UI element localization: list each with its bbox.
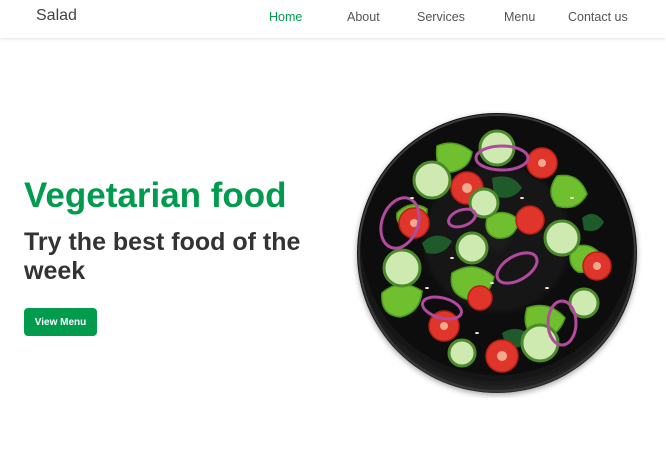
salad-plate-image — [352, 108, 642, 398]
salad-illustration — [357, 113, 637, 393]
brand-logo[interactable]: Salad — [36, 7, 77, 25]
hero-subtitle: Try the best food of the week — [24, 228, 301, 285]
navbar: Salad Home About Services Menu Contact u… — [0, 0, 666, 38]
hero-title: Vegetarian food — [24, 176, 287, 215]
view-menu-button[interactable]: View Menu — [24, 308, 97, 336]
nav-link-contact[interactable]: Contact us — [568, 10, 628, 24]
nav-link-services[interactable]: Services — [417, 10, 465, 24]
nav-link-about[interactable]: About — [347, 10, 380, 24]
nav-link-menu[interactable]: Menu — [504, 10, 535, 24]
nav-link-home[interactable]: Home — [269, 10, 302, 24]
